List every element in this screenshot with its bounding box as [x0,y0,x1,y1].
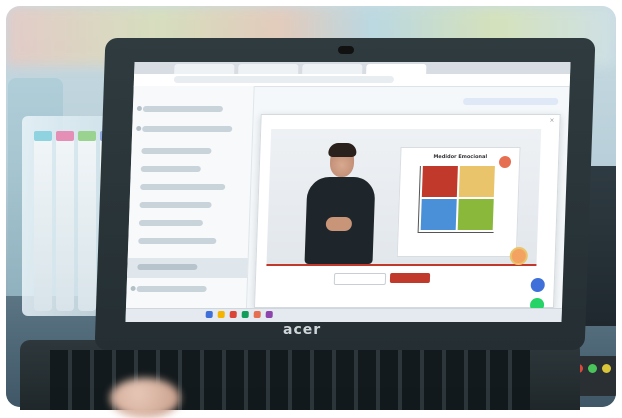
browser-tab[interactable] [174,64,235,74]
device-button [588,364,597,373]
marker [78,131,96,311]
slide-axis-x [417,232,494,233]
logo-icon [498,156,512,168]
presenter-hair [328,143,357,157]
sidebar-item[interactable] [138,238,217,244]
sidebar-item[interactable] [140,166,201,172]
sidebar-item[interactable] [140,184,226,190]
course-sidebar [125,86,255,308]
webcam [338,46,354,54]
close-icon[interactable]: × [549,117,554,124]
taskbar-app-icon[interactable] [253,311,261,318]
taskbar-app-icon[interactable] [217,311,225,318]
browser-tab-bar [134,62,571,74]
sidebar-item[interactable] [136,286,207,292]
taskbar-app-icon[interactable] [205,311,213,318]
taskbar-app-icon[interactable] [229,311,237,318]
sidebar-item[interactable] [142,106,224,112]
sidebar-dot-icon [136,106,143,111]
quadrant-red [421,166,458,197]
continue-button[interactable] [389,273,431,283]
browser-tab[interactable] [302,64,363,74]
emotion-meter-slide: Medidor Emocional [396,147,521,257]
sidebar-item[interactable] [142,126,233,132]
marker-cap [78,131,96,141]
marker-cap [34,131,52,141]
presenter-hands [325,217,353,231]
taskbar-app-icon[interactable] [241,311,249,318]
windows-taskbar [125,308,562,322]
course-progress-badge [463,98,559,105]
secondary-button[interactable] [333,273,387,285]
marker [34,131,52,311]
sidebar-item[interactable] [141,148,212,154]
url-field[interactable] [173,76,395,83]
browser-tab-active[interactable] [366,64,427,74]
sidebar-dot-icon [136,126,142,131]
quadrant-green [457,199,494,230]
taskbar-app-icon[interactable] [265,311,273,318]
emotion-grid [420,166,495,230]
laptop-screen: × Medidor Emocional [125,62,571,322]
quadrant-blue [420,199,457,230]
video-modal: × Medidor Emocional [253,114,561,308]
browser-tab[interactable] [238,64,299,74]
laptop-brand-logo: acer [283,322,322,338]
sidebar-item[interactable] [137,264,198,270]
sidebar-dot-icon [130,286,136,291]
marker [56,131,74,311]
logo-icon [509,247,529,265]
quadrant-yellow [458,166,495,197]
marker-cap [56,131,74,141]
device-button [602,364,611,373]
sidebar-item[interactable] [138,220,204,226]
video-player[interactable]: Medidor Emocional [266,129,542,266]
sidebar-item[interactable] [139,202,212,208]
blurred-hand [110,378,180,418]
